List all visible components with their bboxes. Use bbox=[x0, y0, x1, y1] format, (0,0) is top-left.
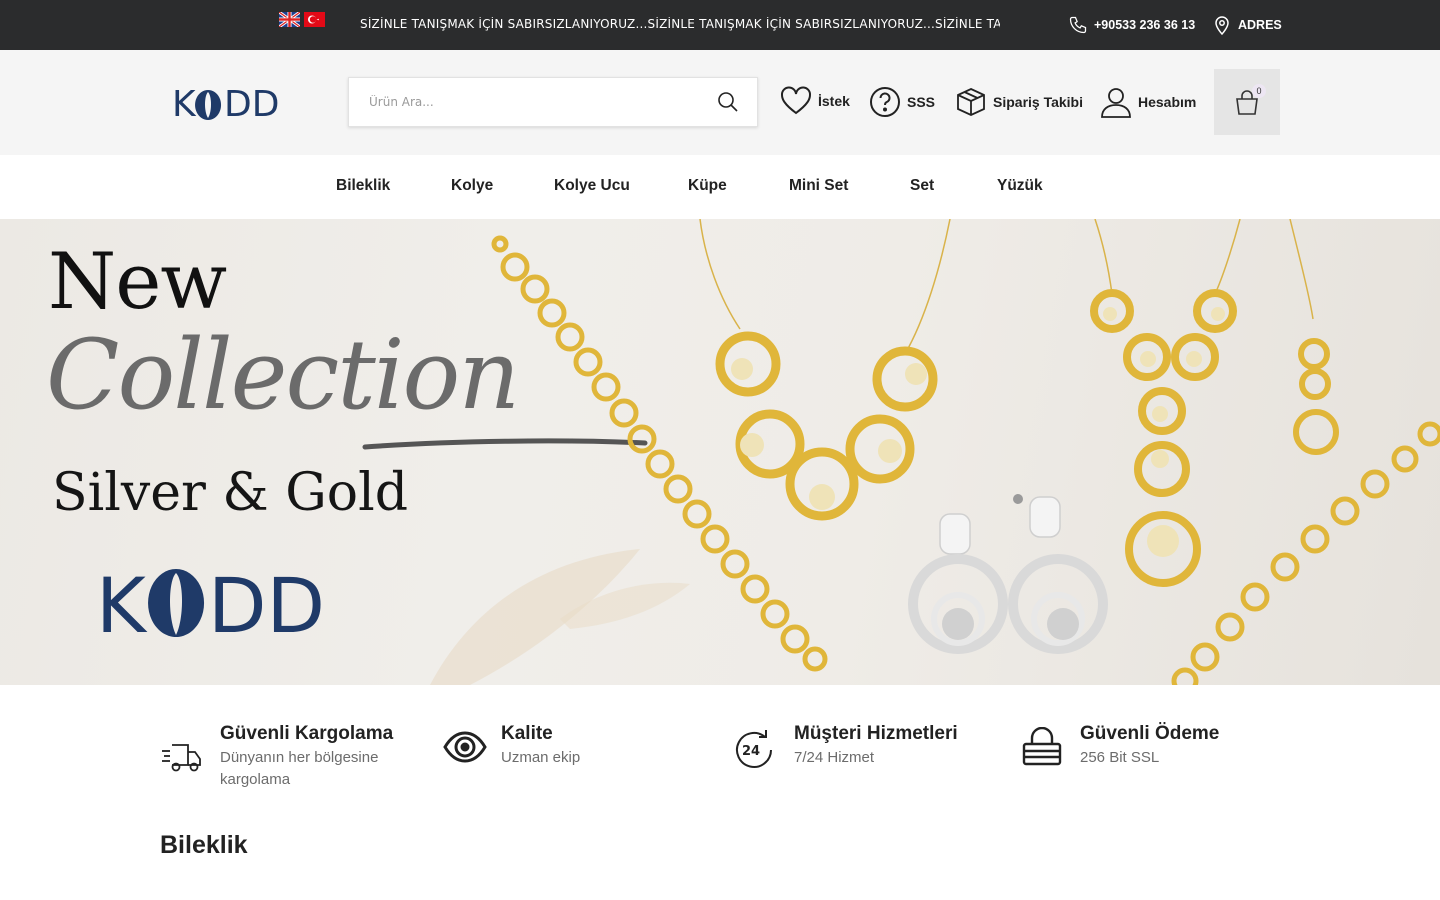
heart-icon bbox=[781, 86, 811, 115]
nav-item-kupe[interactable]: Küpe bbox=[688, 177, 727, 195]
phone-link[interactable]: +90533 236 36 13 bbox=[1068, 15, 1195, 35]
feature-title: Güvenli Ödeme bbox=[1080, 723, 1220, 744]
feature-title: Müşteri Hizmetleri bbox=[794, 723, 958, 744]
feature-subtitle: Dünyanın her bölgesine kargolama bbox=[220, 749, 379, 788]
language-switcher bbox=[279, 12, 325, 27]
site-logo[interactable]: K DD bbox=[172, 84, 284, 124]
hero-banner[interactable]: New Collection Silver & Gold K DD bbox=[0, 219, 1440, 685]
nav-item-set[interactable]: Set bbox=[910, 177, 934, 195]
search-box bbox=[348, 77, 758, 127]
top-bar: SİZİNLE TANIŞMAK İÇİN SABIRSIZLANIYORUZ.… bbox=[0, 0, 1440, 50]
wishlist-label: İstek bbox=[818, 93, 850, 109]
hero-title-collection: Collection bbox=[46, 319, 520, 431]
address-link[interactable]: ADRES bbox=[1214, 15, 1282, 35]
cart-count-badge: 0 bbox=[1252, 84, 1266, 98]
category-nav: Bileklik Kolye Kolye Ucu Küpe Mini Set S… bbox=[0, 155, 1440, 219]
tr-flag-icon[interactable] bbox=[304, 12, 325, 27]
svg-text:DD: DD bbox=[224, 84, 279, 124]
order-tracking-link[interactable]: Sipariş Takibi bbox=[955, 86, 1083, 118]
nav-item-mini-set[interactable]: Mini Set bbox=[789, 177, 848, 195]
svg-text:DD: DD bbox=[208, 564, 325, 639]
section-title: Bileklik bbox=[160, 831, 248, 859]
nav-item-yuzuk[interactable]: Yüzük bbox=[997, 177, 1043, 195]
site-header: K DD İstek SSS Sipariş Takibi bbox=[0, 50, 1440, 155]
hero-brand-logo: K DD bbox=[96, 564, 325, 639]
feature-subtitle: 256 Bit SSL bbox=[1080, 749, 1160, 766]
feature-title: Kalite bbox=[501, 723, 553, 744]
truck-icon bbox=[162, 744, 201, 772]
hero-title-new: New bbox=[48, 237, 227, 327]
account-link[interactable]: Hesabım bbox=[1100, 86, 1196, 118]
uk-flag-icon[interactable] bbox=[279, 12, 300, 27]
nav-item-bileklik[interactable]: Bileklik bbox=[336, 177, 390, 195]
search-input[interactable] bbox=[349, 78, 699, 126]
faq-label: SSS bbox=[907, 94, 936, 110]
feature-subtitle: 7/24 Hizmet bbox=[794, 749, 875, 766]
user-icon bbox=[1101, 88, 1131, 118]
phone-icon bbox=[1069, 16, 1087, 34]
lock-icon bbox=[1022, 727, 1062, 766]
eye-icon bbox=[443, 731, 487, 763]
location-pin-icon bbox=[1215, 16, 1229, 35]
features-strip: Güvenli Kargolama Dünyanın her bölgesine… bbox=[0, 685, 1440, 805]
phone-number: +90533 236 36 13 bbox=[1094, 18, 1196, 32]
nav-item-kolye[interactable]: Kolye bbox=[451, 177, 493, 195]
feature-subtitle: Uzman ekip bbox=[501, 749, 581, 766]
svg-text:24: 24 bbox=[742, 744, 760, 759]
faq-link[interactable]: SSS bbox=[869, 86, 935, 118]
account-label: Hesabım bbox=[1138, 94, 1197, 110]
search-icon[interactable] bbox=[717, 91, 739, 113]
feature-title: Güvenli Kargolama bbox=[220, 723, 394, 744]
wishlist-link[interactable]: İstek bbox=[780, 86, 850, 116]
address-label: ADRES bbox=[1238, 18, 1282, 32]
svg-text:K: K bbox=[96, 564, 148, 639]
hero-subtitle: Silver & Gold bbox=[52, 463, 409, 523]
svg-text:K: K bbox=[172, 84, 197, 124]
package-icon bbox=[957, 88, 985, 116]
nav-item-kolye-ucu[interactable]: Kolye Ucu bbox=[554, 177, 630, 195]
cart-button[interactable]: 0 bbox=[1214, 69, 1280, 135]
question-circle-icon bbox=[870, 87, 900, 117]
announcement-marquee: SİZİNLE TANIŞMAK İÇİN SABIRSIZLANIYORUZ.… bbox=[360, 17, 1000, 31]
order-tracking-label: Sipariş Takibi bbox=[993, 94, 1083, 110]
24-hours-icon: 24 bbox=[736, 730, 772, 768]
